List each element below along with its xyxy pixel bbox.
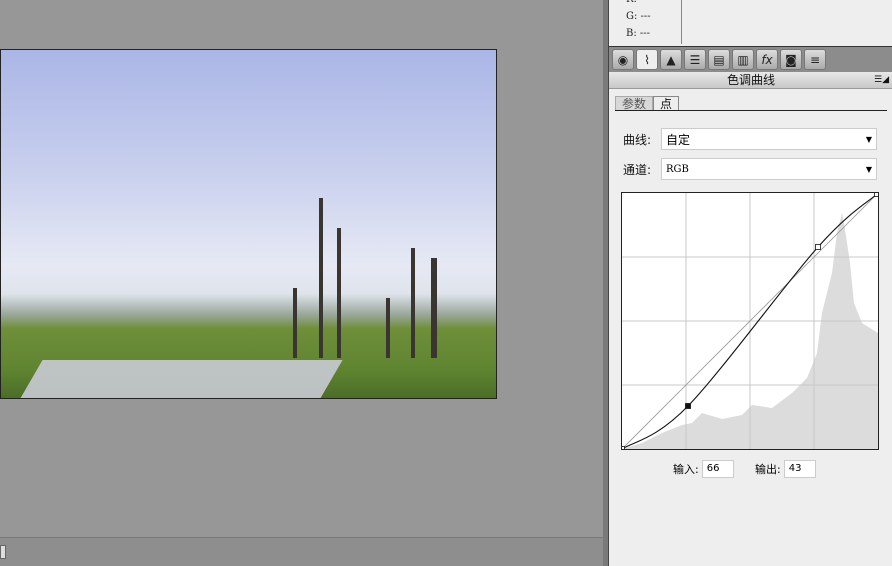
channel-row: 通道: RGB ▼ bbox=[623, 158, 877, 180]
panel-title: 色调曲线 ☰◢ bbox=[609, 72, 892, 89]
photo-palm bbox=[431, 258, 437, 358]
channel-label: 通道: bbox=[623, 162, 652, 177]
output-field[interactable]: 43 bbox=[783, 460, 816, 478]
photo-preview bbox=[0, 49, 497, 399]
curve-select[interactable]: 自定 ▼ bbox=[661, 128, 877, 150]
chevron-down-icon: ▼ bbox=[865, 164, 872, 174]
photo-palm bbox=[411, 248, 415, 358]
develop-panel: R: --- G: --- B: --- ◉ ⌇ ▲ ☰ ▤ ▥ fx ◙ ≡ … bbox=[608, 0, 892, 566]
photo-palm bbox=[319, 198, 323, 358]
photo-palm bbox=[293, 288, 297, 358]
channel-select[interactable]: RGB ▼ bbox=[661, 158, 877, 180]
curve-point[interactable] bbox=[815, 244, 821, 250]
photo-palm bbox=[386, 298, 390, 358]
tone-curve-icon[interactable]: ⌇ bbox=[636, 49, 658, 70]
output-label: 输出: bbox=[755, 463, 781, 476]
curve-tabs: 参数 点 bbox=[615, 96, 887, 111]
curve-point[interactable] bbox=[621, 446, 625, 451]
photo-palm bbox=[337, 228, 341, 358]
panel-toolbar: ◉ ⌇ ▲ ☰ ▤ ▥ fx ◙ ≡ bbox=[609, 46, 892, 72]
chevron-down-icon: ▼ bbox=[865, 134, 872, 144]
hsl-icon[interactable]: ☰ bbox=[684, 49, 706, 70]
detail-icon[interactable]: ▲ bbox=[660, 49, 682, 70]
curve-label: 曲线: bbox=[623, 132, 652, 147]
g-readout: G: --- bbox=[626, 11, 651, 22]
fx-icon[interactable]: fx bbox=[756, 49, 778, 70]
curve-value: 自定 bbox=[666, 132, 691, 147]
input-group: 输入: 66 bbox=[673, 460, 734, 478]
bottom-bar bbox=[0, 537, 603, 566]
bottom-button[interactable] bbox=[0, 545, 6, 559]
split-toning-icon[interactable]: ▤ bbox=[708, 49, 730, 70]
tab-point[interactable]: 点 bbox=[653, 96, 680, 111]
image-canvas bbox=[0, 0, 603, 566]
r-readout: R: --- bbox=[626, 0, 650, 5]
lens-icon[interactable]: ▥ bbox=[732, 49, 754, 70]
b-readout: B: --- bbox=[626, 28, 651, 39]
tab-parametric[interactable]: 参数 bbox=[615, 96, 654, 111]
tone-curve-graph[interactable] bbox=[621, 192, 879, 450]
input-label: 输入: bbox=[673, 463, 699, 476]
curve-point-selected[interactable] bbox=[685, 403, 691, 409]
presets-icon[interactable]: ≡ bbox=[804, 49, 826, 70]
curve-row: 曲线: 自定 ▼ bbox=[623, 128, 877, 150]
panel-menu-icon[interactable]: ☰◢ bbox=[874, 72, 889, 89]
separator bbox=[681, 0, 682, 44]
photo-path bbox=[19, 360, 343, 398]
basic-icon[interactable]: ◉ bbox=[612, 49, 634, 70]
curve-point[interactable] bbox=[874, 192, 880, 197]
camera-calibration-icon[interactable]: ◙ bbox=[780, 49, 802, 70]
input-field[interactable]: 66 bbox=[701, 460, 734, 478]
output-group: 输出: 43 bbox=[755, 460, 816, 478]
channel-value: RGB bbox=[666, 163, 689, 175]
